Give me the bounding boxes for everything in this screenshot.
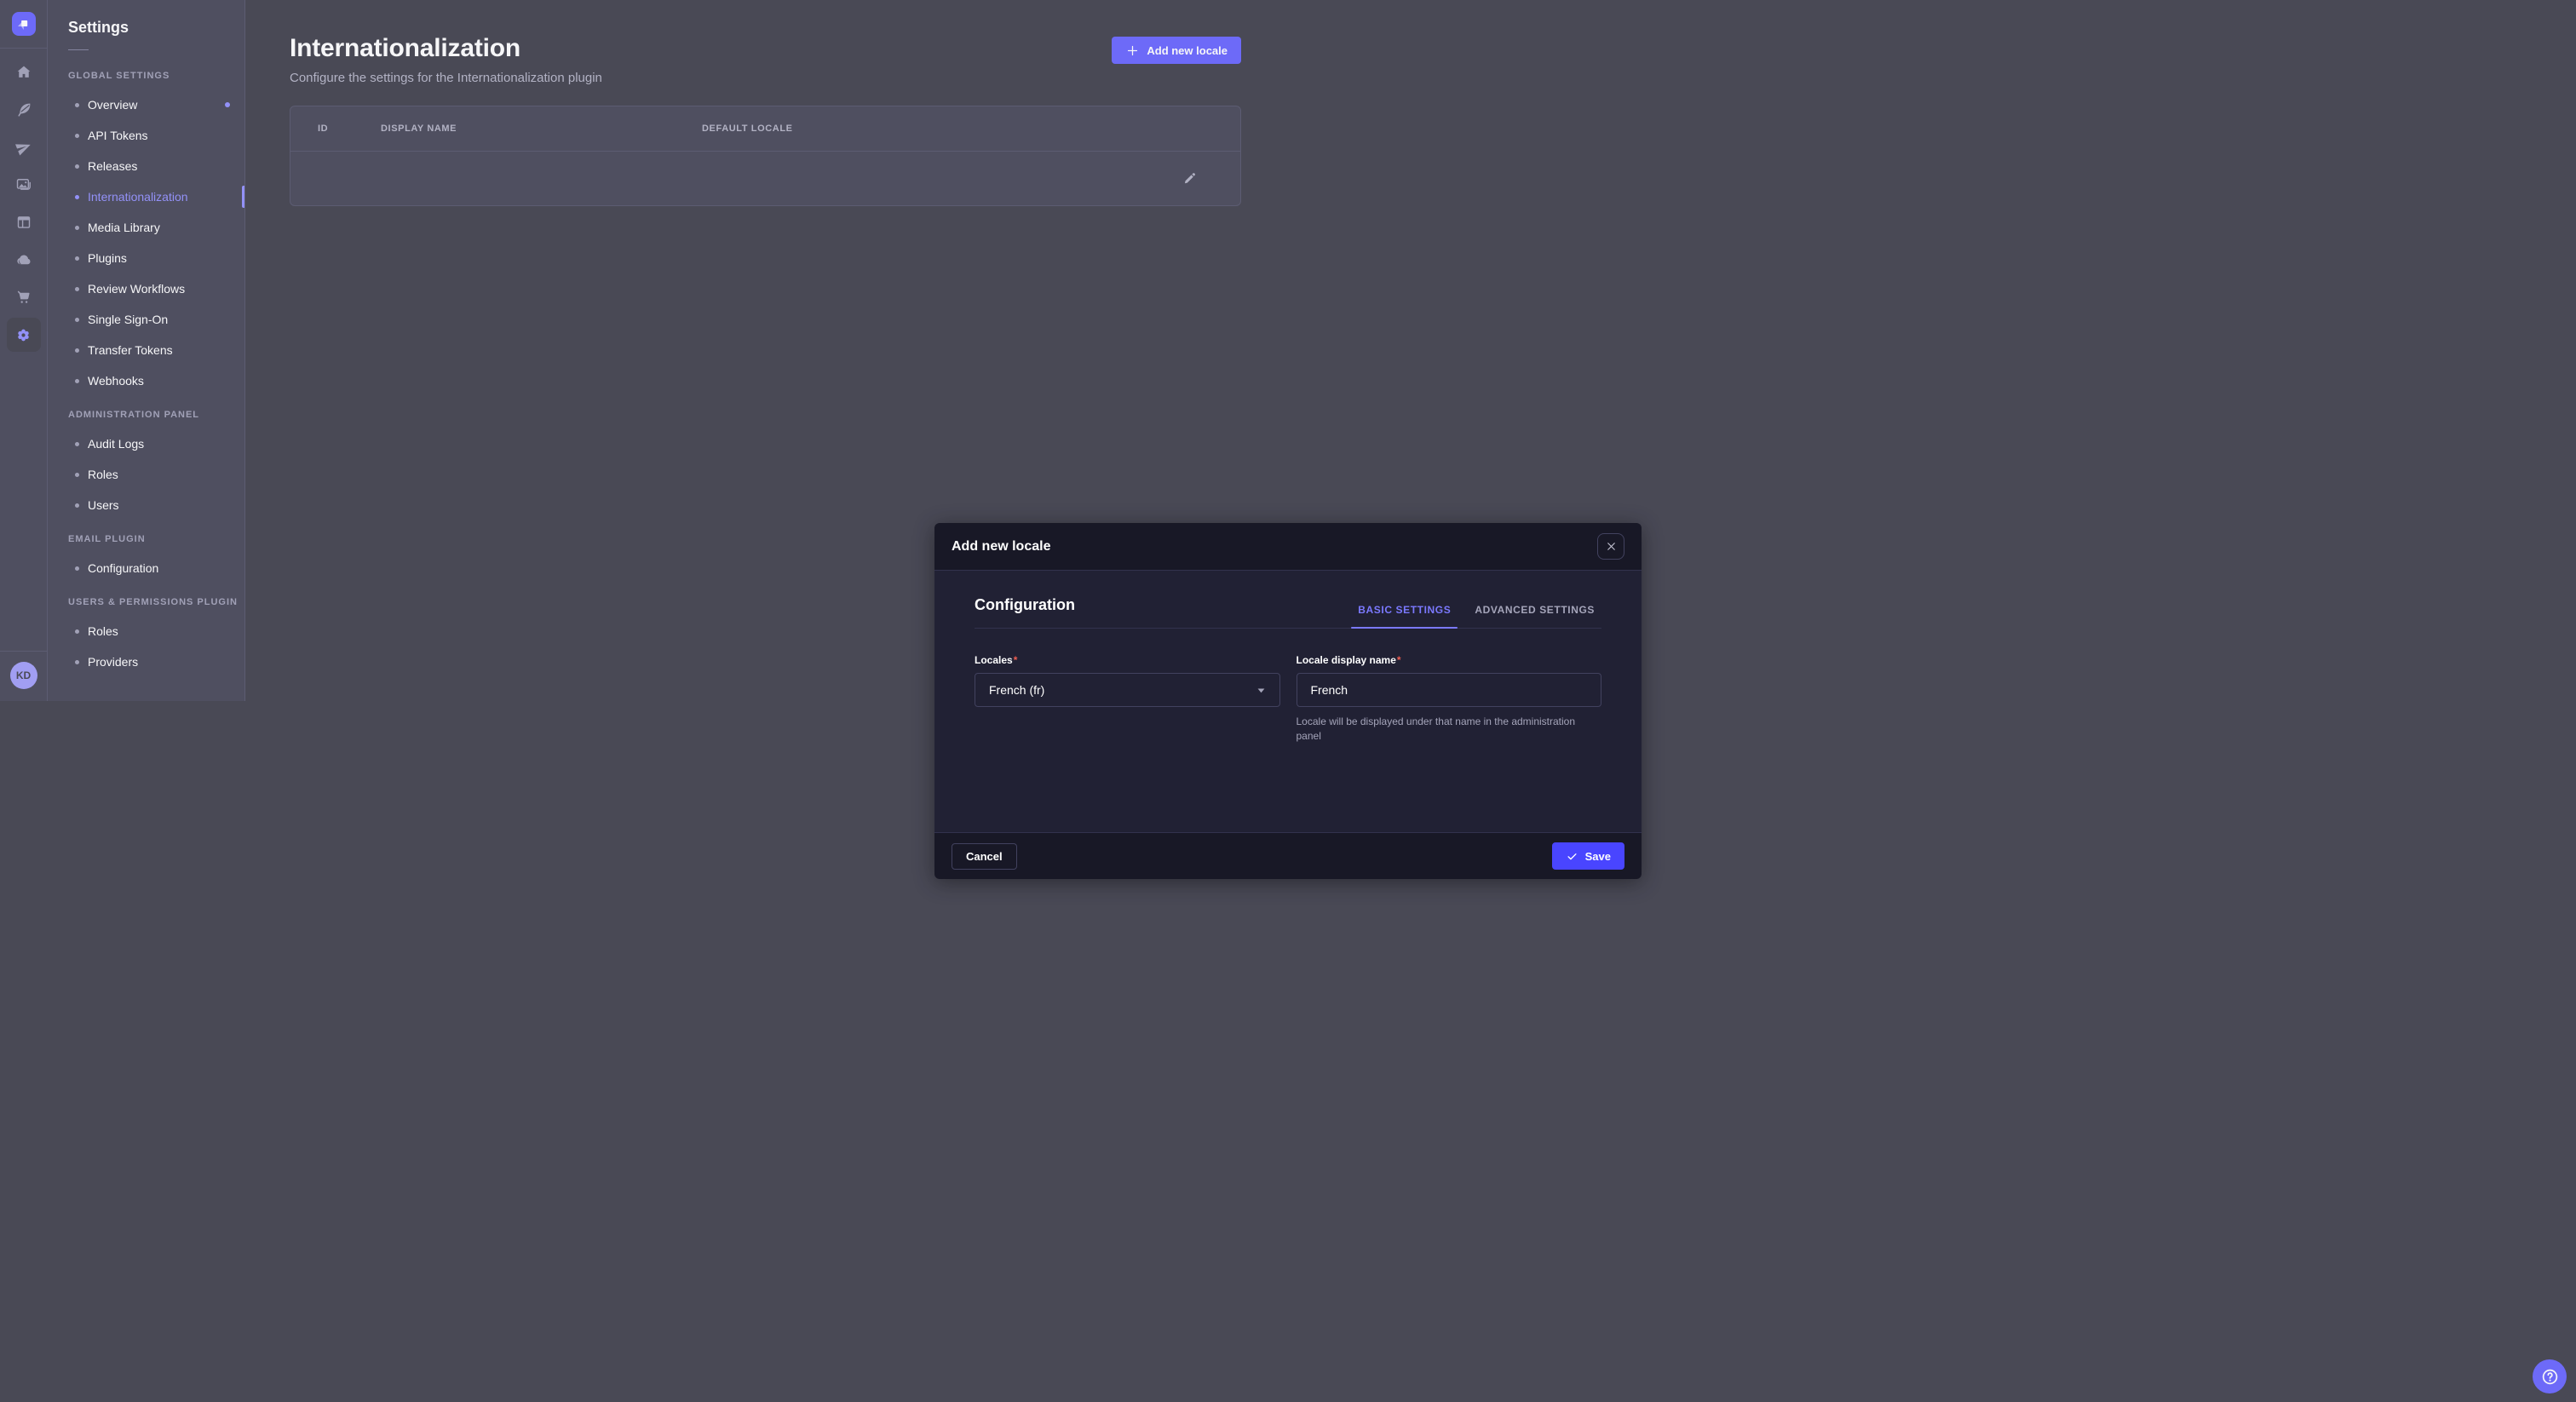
chevron-down-icon — [1256, 686, 1266, 695]
required-asterisk: * — [1397, 654, 1401, 666]
settings-tabs: BASIC SETTINGS ADVANCED SETTINGS — [1351, 604, 1601, 628]
locales-select-value: French (fr) — [989, 683, 1044, 697]
modal-footer: Cancel Save — [934, 832, 1642, 879]
locales-select[interactable]: French (fr) — [975, 673, 1280, 707]
required-asterisk: * — [1014, 654, 1018, 666]
config-section-title: Configuration — [975, 596, 1075, 628]
config-header-row: Configuration BASIC SETTINGS ADVANCED SET… — [975, 596, 1601, 629]
display-name-field-group: Locale display name* Locale will be disp… — [1297, 654, 1602, 744]
close-icon — [1605, 540, 1618, 553]
tab-advanced-settings[interactable]: ADVANCED SETTINGS — [1468, 604, 1601, 628]
save-button[interactable]: Save — [1552, 842, 1624, 870]
modal-body: Configuration BASIC SETTINGS ADVANCED SET… — [934, 571, 1642, 832]
display-name-input[interactable] — [1297, 673, 1602, 707]
modal-header: Add new locale — [934, 523, 1642, 571]
save-label: Save — [1585, 850, 1611, 863]
check-icon — [1566, 850, 1578, 863]
modal-close-button[interactable] — [1597, 533, 1624, 560]
locale-form: Locales* French (fr) — [975, 654, 1601, 744]
app-root: KD Settings GLOBAL SETTINGSOverviewAPI T… — [0, 0, 1288, 701]
locales-label: Locales* — [975, 654, 1280, 666]
locales-field-group: Locales* French (fr) — [975, 654, 1280, 744]
display-name-hint: Locale will be displayed under that name… — [1297, 715, 1602, 744]
add-locale-modal: Add new locale Configuration BASIC SETTI… — [934, 523, 1642, 879]
modal-title: Add new locale — [952, 539, 1050, 554]
cancel-button[interactable]: Cancel — [952, 843, 1017, 870]
tab-basic-settings[interactable]: BASIC SETTINGS — [1351, 604, 1458, 628]
display-name-label: Locale display name* — [1297, 654, 1602, 666]
